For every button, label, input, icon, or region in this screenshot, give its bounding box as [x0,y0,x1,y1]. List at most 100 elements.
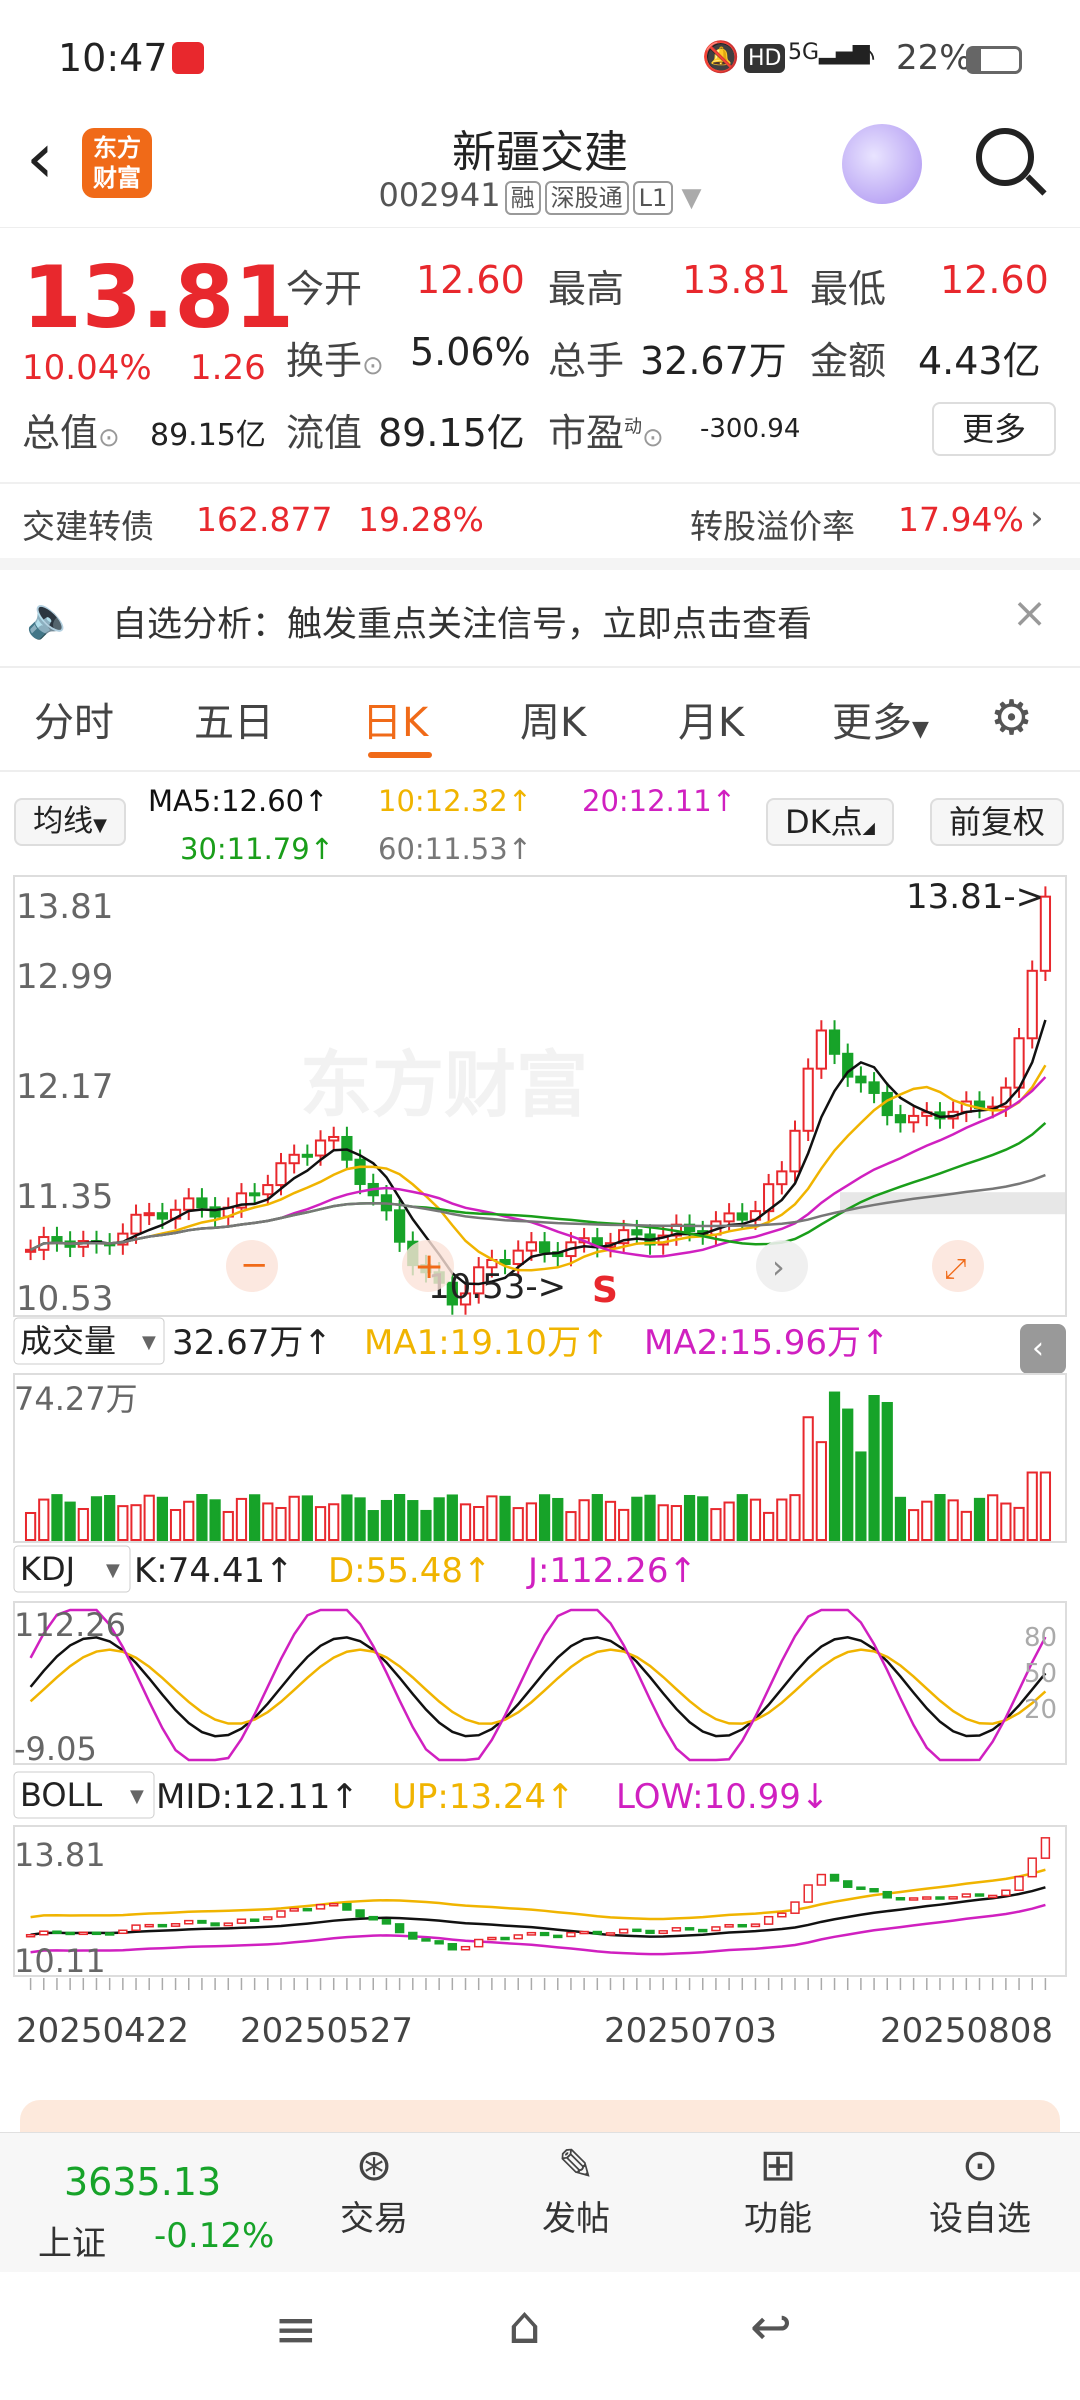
kdj-button-label: KDJ [20,1550,75,1588]
dropdown-icon: ▼ [142,1332,156,1353]
adjust-button[interactable]: 前复权 [930,798,1064,846]
candle-body [314,1139,327,1157]
notice-bar[interactable]: 🔈 自选分析：触发重点关注信号，立即点击查看 × [0,570,1080,666]
tab-five-day[interactable]: 五日 [194,690,274,748]
price-axis-2: 12.99 [16,957,113,997]
boll-candle [790,1901,800,1914]
index-name[interactable]: 上证 [38,2216,106,2265]
boll-candle [922,1896,932,1900]
volume-bar [683,1494,696,1542]
gear-icon[interactable]: ⚙ [990,690,1033,746]
boll-candle [592,1930,603,1935]
ma-select-button[interactable]: 均线▼ [14,798,126,846]
boll-candle [104,1932,115,1936]
hd-icon: HD [744,44,786,73]
post-button[interactable]: ✎ 发帖 [496,2140,656,2240]
volume-bar [618,1508,630,1542]
volume-bar [38,1498,50,1542]
volume-bar [130,1504,142,1541]
boll-candle [131,1924,141,1932]
boll-candle [843,1880,853,1888]
notice-text: 自选分析：触发重点关注信号，立即点击查看 [112,605,813,645]
convertible-bond-row[interactable]: 交建转债 162.877 19.28% 转股溢价率 17.94% › [0,484,1080,556]
minus-icon: − [240,1245,269,1285]
date-label-4: 20250808 [880,2011,1053,2051]
volume-bar [512,1507,524,1542]
volume-bar [947,1499,959,1542]
trade-button[interactable]: ⊛ 交易 [294,2140,454,2240]
menu-icon[interactable]: ≡ [274,2300,318,2360]
chevron-left-icon: ‹ [1032,1331,1044,1366]
boll-min-label: 10.11 [14,1942,106,1980]
volume-bar [789,1494,801,1541]
boll-candle [447,1943,458,1951]
index-pct[interactable]: -0.12% [154,2216,274,2256]
mcap-value: 89.15亿 [150,418,266,453]
stock-code-line: 002941 融深股通 L1 ▼ [378,176,702,215]
kline-chart[interactable]: 东方财富 13.81 12.99 12.17 11.35 10.53 13.81… [0,870,1080,2090]
volume-bar [894,1496,907,1542]
close-icon[interactable]: × [1012,588,1047,637]
volume-bar [881,1401,893,1541]
boll-candle [210,1922,220,1927]
kdj-max-label: 112.26 [14,1606,126,1644]
last-price: 13.81 [22,248,295,348]
boll-candle [645,1929,655,1935]
volume-bar [64,1501,76,1541]
boll-candle [52,1930,62,1934]
kdj-panel [29,1608,1047,1762]
grid-icon: ⊞ [759,2140,797,2191]
float-cap-label: 流值 [286,411,363,455]
dropdown-icon: ▼ [106,1560,120,1581]
volume-bar [960,1510,972,1541]
volume-bar [394,1494,406,1541]
robot-assistant-icon[interactable] [842,124,922,204]
function-button[interactable]: ⊞ 功能 [698,2140,858,2240]
volume-bar [749,1498,762,1542]
volume-bar [301,1495,313,1542]
dk-point-button[interactable]: DK点◢ [766,798,894,846]
tab-intraday[interactable]: 分时 [34,690,114,748]
tab-daily-k[interactable]: 日K [362,690,428,748]
volume-bar [314,1506,327,1541]
add-watchlist-button[interactable]: ⊙ 设自选 [900,2140,1060,2240]
boll-candle [144,1923,154,1928]
index-value[interactable]: 3635.13 [64,2160,221,2204]
boll-candle [276,1910,286,1918]
yen-icon: ⊛ [355,2140,393,2191]
boll-candle [711,1926,721,1932]
status-time: 10:47 [58,36,168,80]
candle-body [24,1248,37,1253]
tab-monthly-k[interactable]: 月K [678,690,744,748]
volume-bar [657,1504,669,1542]
boll-candle [355,1909,365,1918]
boll-candle [434,1940,444,1945]
volume-bar [591,1494,603,1542]
home-icon[interactable]: ⌂ [508,2296,541,2356]
volume-bar [183,1500,195,1542]
candle-body [143,1212,155,1217]
volume-ma2: MA2:15.96万↑ [644,1323,890,1363]
boll-max-label: 13.81 [14,1836,106,1874]
battery-percent: 22% [896,38,972,78]
ma60-value: 60:11.53↑ [378,832,532,866]
ma10-value: 10:12.32↑ [378,784,532,818]
more-quote-button[interactable]: 更多 [932,402,1056,456]
boll-candle [1040,1837,1051,1859]
volume-bar [90,1496,103,1542]
volume-bar [77,1507,89,1541]
speaker-icon: 🔈 [26,595,76,641]
volume-bar [420,1509,432,1542]
tab-weekly-k[interactable]: 周K [520,690,586,748]
open-row: 今开 [286,258,362,313]
candle-body [1026,969,1038,1040]
candle-body [354,1158,366,1185]
back-nav-icon[interactable]: ↩ [750,2298,792,2356]
boll-candle [737,1923,747,1928]
tab-more[interactable]: 更多▼ [832,690,929,748]
volume-bar [1039,1471,1052,1541]
boll-candle [856,1886,866,1890]
volume-bar [908,1509,920,1542]
boll-candle [961,1893,972,1898]
boll-candle [65,1931,75,1936]
